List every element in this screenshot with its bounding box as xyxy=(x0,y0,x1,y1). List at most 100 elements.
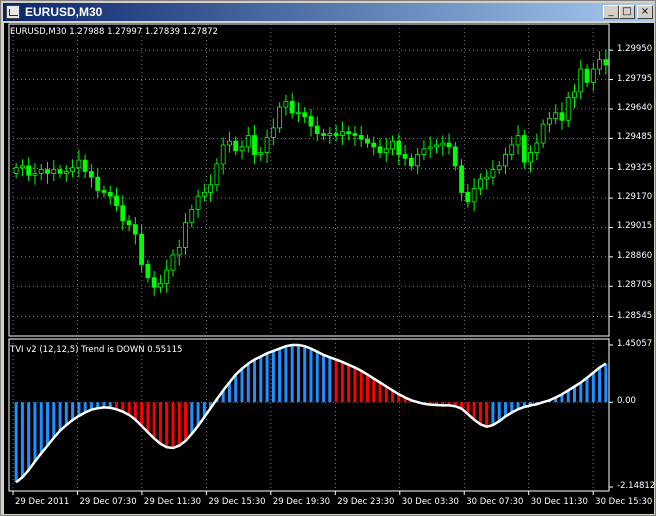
candle-body xyxy=(176,246,182,256)
window-title: EURUSD,M30 xyxy=(25,5,103,19)
candle-body xyxy=(421,148,427,155)
candle-body xyxy=(603,59,609,66)
candle-body xyxy=(521,135,527,163)
time-tick-label: 30 Dec 15:30 xyxy=(595,497,653,507)
candle-body xyxy=(208,184,214,193)
candle-body xyxy=(13,167,19,174)
candle-body xyxy=(572,91,577,98)
candle-body xyxy=(440,142,446,146)
candle-body xyxy=(220,144,226,165)
candle-body xyxy=(126,220,132,226)
price-tick-label: 1.29485 xyxy=(617,132,653,143)
candle-body xyxy=(51,169,57,174)
close-button[interactable]: × xyxy=(637,5,653,19)
candle-body xyxy=(20,165,25,169)
candle-body xyxy=(408,157,414,167)
price-header: EURUSD,M30 1.27988 1.27997 1.27839 1.278… xyxy=(10,27,218,37)
candle-body xyxy=(471,188,477,203)
candle-body xyxy=(189,209,195,224)
price-tick-label: 1.28545 xyxy=(617,310,653,321)
candle-body xyxy=(339,131,345,136)
candle-body xyxy=(107,191,113,197)
candle-body xyxy=(371,142,377,148)
candle-body xyxy=(496,165,502,171)
candle-body xyxy=(597,59,602,70)
candle-body xyxy=(26,165,32,176)
indicator-tick-label: 1.45057 xyxy=(617,339,653,349)
candle-body xyxy=(333,133,339,136)
candle-body xyxy=(427,146,433,150)
candle-body xyxy=(352,133,358,136)
candle-body xyxy=(446,142,452,148)
chart-area[interactable]: EURUSD,M30 1.27988 1.27997 1.27839 1.278… xyxy=(4,23,656,514)
candle-body xyxy=(89,171,94,178)
time-tick-label: 29 Dec 07:30 xyxy=(79,497,137,507)
candle-body xyxy=(245,135,251,148)
price-tick-label: 1.29170 xyxy=(617,192,653,203)
price-tick-label: 1.29640 xyxy=(617,102,653,113)
candle-body xyxy=(321,133,326,136)
candle-body xyxy=(289,100,295,114)
candle-body xyxy=(57,169,63,174)
candle-body xyxy=(565,97,571,121)
candle-body xyxy=(308,116,314,127)
candle-body xyxy=(233,140,239,152)
time-tick-label: 30 Dec 07:30 xyxy=(466,497,524,507)
candle-body xyxy=(195,195,201,210)
candle-body xyxy=(283,100,289,108)
candle-body xyxy=(590,68,596,83)
candle-body xyxy=(132,224,138,235)
candle-body xyxy=(465,191,471,203)
candle-body xyxy=(358,135,364,140)
time-tick-label: 29 Dec 2011 xyxy=(15,497,70,507)
title-bar[interactable]: EURUSD,M30 _ □ × xyxy=(3,3,653,21)
candle-body xyxy=(252,135,257,155)
candle-body xyxy=(584,68,590,83)
time-tick-label: 29 Dec 11:30 xyxy=(143,497,202,507)
candle-body xyxy=(528,152,533,163)
candle-body xyxy=(258,152,264,155)
candle-body xyxy=(76,159,82,169)
candle-body xyxy=(402,154,408,159)
candle-body xyxy=(264,136,270,153)
candle-body xyxy=(503,154,508,167)
minimize-button[interactable]: _ xyxy=(603,5,619,19)
price-tick-label: 1.29795 xyxy=(617,73,653,84)
candle-body xyxy=(227,140,232,146)
candle-body xyxy=(327,133,333,136)
candle-body xyxy=(540,123,546,144)
candle-body xyxy=(459,165,464,193)
chart-window: EURUSD,M30 _ □ × EURUSD,M30 1.27988 1.27… xyxy=(0,0,656,516)
candle-body xyxy=(396,140,402,155)
time-tick-label: 30 Dec 11:30 xyxy=(530,497,588,507)
indicator-tick-label: -2.14812 xyxy=(617,481,656,491)
candle-body xyxy=(70,167,75,172)
candle-body xyxy=(365,138,370,144)
candle-body xyxy=(63,171,69,174)
price-tick-label: 1.28860 xyxy=(617,250,653,261)
candle-body xyxy=(477,178,483,189)
candle-body xyxy=(158,282,163,288)
candle-body xyxy=(534,142,540,153)
time-tick-label: 30 Dec 03:30 xyxy=(401,497,459,507)
candle-body xyxy=(120,205,126,222)
time-tick-label: 29 Dec 15:30 xyxy=(208,497,266,507)
candle-body xyxy=(95,176,101,191)
price-tick-label: 1.28705 xyxy=(617,280,653,291)
candle-body xyxy=(239,146,245,152)
candle-body xyxy=(170,254,176,271)
chart-canvas[interactable] xyxy=(4,23,654,514)
candle-body xyxy=(296,112,301,115)
candle-body xyxy=(32,173,38,176)
time-tick-label: 29 Dec 23:30 xyxy=(337,497,395,507)
candle-body xyxy=(434,144,439,148)
candle-body xyxy=(201,191,207,197)
candle-body xyxy=(277,106,283,129)
candle-body xyxy=(390,140,395,150)
candle-body xyxy=(415,154,421,167)
candle-body xyxy=(490,169,496,178)
maximize-button[interactable]: □ xyxy=(619,5,635,19)
candle-body xyxy=(82,159,88,172)
indicator-panel-border xyxy=(8,338,610,492)
price-tick-label: 1.29015 xyxy=(617,221,653,232)
